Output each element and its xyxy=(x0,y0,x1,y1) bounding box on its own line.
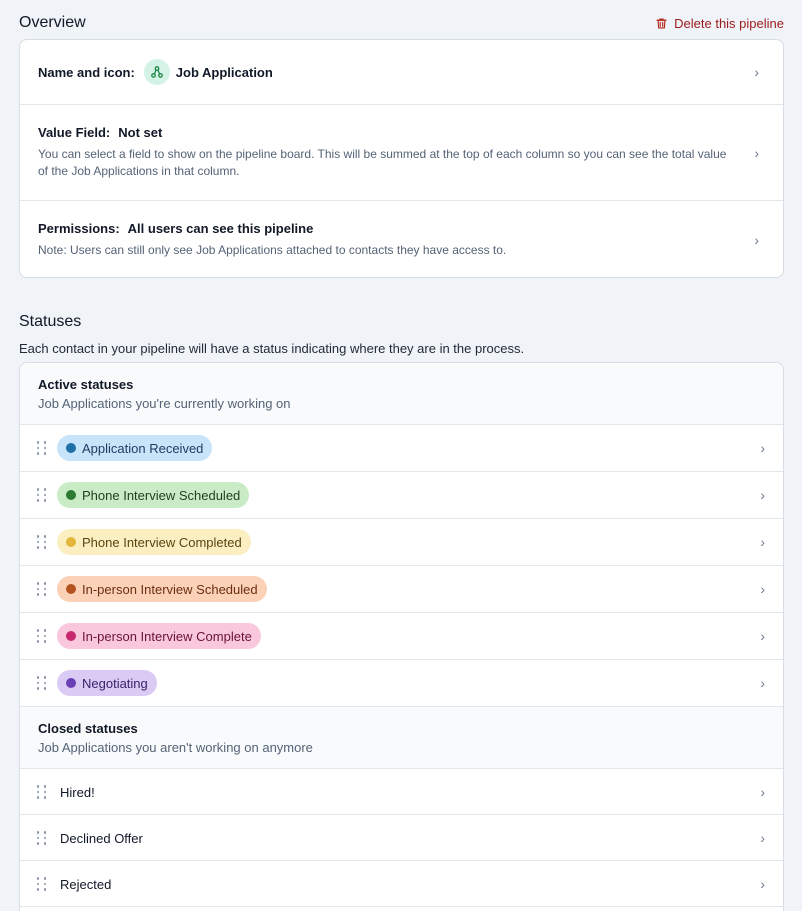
closed-statuses-title: Closed statuses xyxy=(38,720,138,736)
status-row[interactable]: In-person Interview Scheduled › xyxy=(20,565,783,612)
delete-pipeline-label: Delete this pipeline xyxy=(674,15,784,31)
chevron-right-icon: › xyxy=(754,231,759,248)
drag-handle-icon[interactable] xyxy=(36,441,48,455)
status-pill: Negotiating xyxy=(57,670,157,696)
permissions-value: All users can see this pipeline xyxy=(127,220,314,236)
statuses-card: Active statuses Job Applications you're … xyxy=(19,362,784,911)
active-statuses-title: Active statuses xyxy=(38,376,134,392)
value-field-row[interactable]: Value Field: Not set You can select a fi… xyxy=(20,104,783,200)
name-and-icon-label: Name and icon: xyxy=(38,64,135,80)
chevron-right-icon: › xyxy=(754,64,759,80)
chevron-right-icon: › xyxy=(754,144,759,161)
chevron-right-icon: › xyxy=(760,534,765,550)
status-label: Application Received xyxy=(82,440,204,456)
status-color-dot xyxy=(66,678,76,688)
status-color-dot xyxy=(66,631,76,641)
drag-handle-icon[interactable] xyxy=(36,831,48,845)
pipeline-icon xyxy=(143,59,170,85)
status-pill: In-person Interview Scheduled xyxy=(57,576,267,602)
status-label: In-person Interview Complete xyxy=(82,628,252,644)
status-row[interactable]: Hired! › xyxy=(20,768,783,815)
closed-statuses-subtitle: Job Applications you aren't working on a… xyxy=(38,739,313,755)
active-statuses-header: Active statuses Job Applications you're … xyxy=(20,363,783,424)
overview-header: Overview Delete this pipeline xyxy=(19,12,784,34)
status-pill: In-person Interview Complete xyxy=(57,623,261,649)
chevron-right-icon: › xyxy=(760,675,765,691)
value-field-label: Value Field: xyxy=(38,125,111,140)
chevron-right-icon: › xyxy=(760,876,765,892)
overview-title: Overview xyxy=(19,14,86,31)
drag-handle-icon[interactable] xyxy=(36,488,48,502)
status-label: Negotiating xyxy=(82,675,148,691)
status-label: Phone Interview Completed xyxy=(82,534,242,550)
chevron-right-icon: › xyxy=(760,487,765,503)
status-row[interactable]: Phone Interview Scheduled › xyxy=(20,471,783,518)
status-pill: Phone Interview Completed xyxy=(57,529,251,555)
drag-handle-icon[interactable] xyxy=(36,877,48,891)
closed-statuses-header: Closed statuses Job Applications you are… xyxy=(20,706,783,768)
drag-handle-icon[interactable] xyxy=(36,629,48,643)
drag-handle-icon[interactable] xyxy=(36,785,48,799)
status-row[interactable]: Phone Interview Completed › xyxy=(20,518,783,565)
status-color-dot xyxy=(66,490,76,500)
statuses-subtitle: Each contact in your pipeline will have … xyxy=(19,341,525,356)
drag-handle-icon[interactable] xyxy=(36,582,48,596)
overview-card: Name and icon: Job Application › Value F… xyxy=(19,39,784,278)
chevron-right-icon: › xyxy=(760,628,765,644)
statuses-title: Statuses xyxy=(19,313,82,330)
drag-handle-icon[interactable] xyxy=(36,676,48,690)
status-row-divider xyxy=(20,906,783,911)
active-statuses-subtitle: Job Applications you're currently workin… xyxy=(38,395,291,411)
status-row[interactable]: Declined Offer › xyxy=(20,814,783,861)
status-label: Rejected xyxy=(60,876,112,892)
status-color-dot xyxy=(66,584,76,594)
drag-handle-icon[interactable] xyxy=(36,535,48,549)
status-row[interactable]: Negotiating › xyxy=(20,659,783,706)
status-row[interactable]: In-person Interview Complete › xyxy=(20,612,783,659)
status-pill: Application Received xyxy=(57,435,213,461)
chevron-right-icon: › xyxy=(760,784,765,800)
status-color-dot xyxy=(66,443,76,453)
chevron-right-icon: › xyxy=(760,581,765,597)
permissions-label: Permissions: xyxy=(38,220,120,236)
value-field-description: You can select a field to show on the pi… xyxy=(38,147,727,178)
permissions-description: Note: Users can still only see Job Appli… xyxy=(38,242,507,257)
chevron-right-icon: › xyxy=(760,830,765,846)
delete-pipeline-button[interactable]: Delete this pipeline xyxy=(655,16,784,31)
chevron-right-icon: › xyxy=(760,440,765,456)
status-row[interactable]: Application Received › xyxy=(20,424,783,471)
trash-icon xyxy=(656,17,667,29)
value-field-value: Not set xyxy=(118,125,163,140)
name-and-icon-row[interactable]: Name and icon: Job Application › xyxy=(20,40,783,104)
pipeline-name: Job Application xyxy=(175,64,273,80)
status-label: In-person Interview Scheduled xyxy=(82,581,258,597)
status-row[interactable]: Rejected › xyxy=(20,860,783,907)
status-color-dot xyxy=(66,537,76,547)
status-label: Declined Offer xyxy=(60,830,143,846)
status-pill: Phone Interview Scheduled xyxy=(57,482,250,508)
permissions-row[interactable]: Permissions: All users can see this pipe… xyxy=(20,200,783,278)
status-label: Phone Interview Scheduled xyxy=(82,487,241,503)
status-label: Hired! xyxy=(60,784,95,800)
